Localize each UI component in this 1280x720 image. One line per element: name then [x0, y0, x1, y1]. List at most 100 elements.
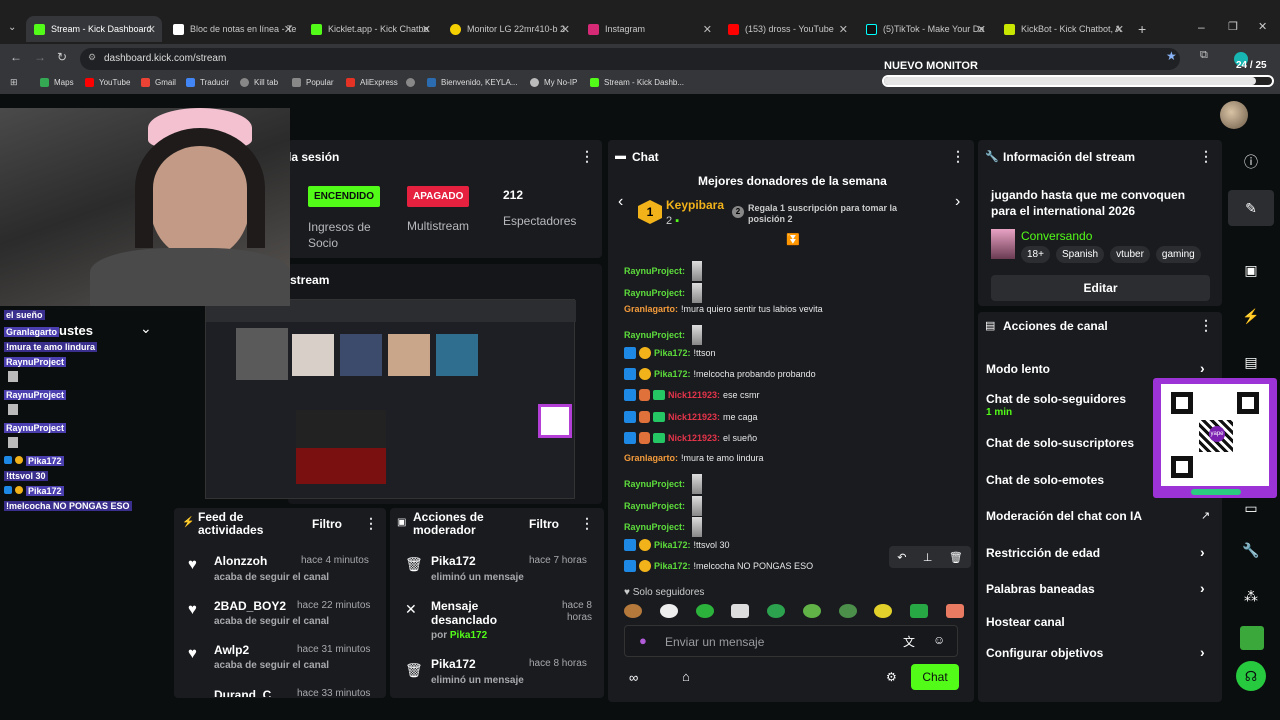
tab-kicklet[interactable]: Kicklet.app - Kick Chatbo ✕ [303, 16, 437, 42]
chat-message[interactable]: Pika172: !melcocha NO PONGAS ESO [624, 560, 813, 572]
close-icon[interactable]: ✕ [977, 23, 986, 36]
emote-icon[interactable] [945, 604, 964, 618]
chevron-right-icon[interactable]: › [1200, 644, 1205, 660]
chat-username[interactable]: RaynuProject: [624, 288, 685, 298]
close-icon[interactable]: ✕ [703, 23, 712, 36]
kick-points-icon[interactable]: ∞ [629, 670, 638, 685]
action-solo-suscriptores[interactable]: Chat de solo-suscriptores [986, 436, 1134, 450]
tab-kick-dashboard[interactable]: Stream - Kick Dashboard ✕ [26, 16, 162, 42]
emote-icon[interactable] [874, 604, 893, 618]
chevron-right-icon[interactable]: › [1200, 580, 1205, 596]
lightning-icon[interactable]: ⚡ [1228, 298, 1274, 334]
microphone-icon[interactable]: ● [639, 633, 647, 648]
app-icon[interactable] [1240, 626, 1264, 650]
tag[interactable]: vtuber [1110, 246, 1150, 263]
tab-monitor-lg[interactable]: Monitor LG 22mr410-b 2 ✕ [442, 16, 576, 42]
chat-message[interactable]: Nick121923: me caga [624, 411, 758, 423]
apps-grid-icon[interactable]: ⊞ [10, 77, 18, 88]
chat-username[interactable]: Pika172: [654, 540, 691, 550]
chat-username[interactable]: Pika172: [654, 369, 691, 379]
support-headset-icon[interactable]: ☊ [1236, 661, 1266, 691]
close-icon[interactable]: ✕ [284, 23, 293, 36]
bookmark-star-icon[interactable]: ★ [1166, 49, 1177, 63]
mod-item-name[interactable]: Pika172 [431, 657, 476, 671]
user-avatar[interactable] [1220, 101, 1248, 129]
delete-icon[interactable]: 🗑 [949, 551, 963, 564]
clip-icon[interactable]: ▣ [1228, 252, 1274, 288]
tab-instagram[interactable]: Instagram ✕ [580, 16, 718, 42]
action-configurar-objetivos[interactable]: Configurar objetivos [986, 646, 1103, 660]
community-icon[interactable]: ⁂ [1228, 578, 1274, 614]
restore-icon[interactable]: ❐ [1228, 20, 1238, 33]
chat-message[interactable]: RaynuProject: [624, 325, 703, 345]
emote-icon[interactable] [624, 604, 642, 618]
bookmark-maps[interactable]: Maps [40, 78, 74, 87]
edit-pencil-icon[interactable]: ✎ [1228, 190, 1274, 226]
more-options-icon[interactable]: ⋮ [580, 515, 594, 532]
chat-message[interactable]: RaynuProject: [624, 474, 703, 494]
chat-message[interactable]: Granlagarto: !mura te amo lindura [624, 453, 764, 463]
bookmark-stream-kick[interactable]: Stream - Kick Dashb... [590, 78, 684, 87]
chat-message[interactable]: Pika172: !melcocha probando probando [624, 368, 816, 380]
tab-bloc-de-notas[interactable]: Bloc de notas en línea - Te ✕ [165, 16, 299, 42]
feed-item-name[interactable]: Awlp2 [214, 643, 249, 657]
tools-icon[interactable]: 🔧 [1228, 532, 1274, 568]
tag[interactable]: 18+ [1021, 246, 1050, 263]
chat-username[interactable]: Nick121923: [668, 412, 720, 422]
settings-gear-icon[interactable]: ⚙ [886, 670, 897, 684]
top-donor-name[interactable]: Keypibara [666, 198, 724, 212]
pin-icon[interactable]: ⊥ [923, 551, 933, 564]
chat-username[interactable]: Pika172: [654, 561, 691, 571]
chat-input[interactable]: ● Enviar un mensaje 文 ☺ [624, 625, 958, 657]
action-restriccion-edad[interactable]: Restricción de edad [986, 546, 1100, 560]
close-icon[interactable]: ✕ [422, 23, 431, 36]
translate-icon[interactable]: 文 [903, 633, 915, 650]
store-icon[interactable]: ⌂ [682, 669, 690, 684]
close-icon[interactable]: ✕ [561, 23, 570, 36]
bookmark-youtube[interactable]: YouTube [85, 78, 130, 87]
chevron-right-icon[interactable]: › [1200, 360, 1205, 376]
bookmark-misc[interactable] [406, 78, 420, 87]
close-window-icon[interactable]: ✕ [1258, 20, 1267, 33]
mod-filter-button[interactable]: Filtro [529, 517, 559, 531]
action-palabras-baneadas[interactable]: Palabras baneadas [986, 582, 1095, 596]
chat-username[interactable]: RaynuProject: [624, 479, 685, 489]
close-icon[interactable]: ✕ [1115, 23, 1124, 36]
more-options-icon[interactable]: ⋮ [580, 148, 594, 165]
action-moderacion-ia[interactable]: Moderación del chat con IA [986, 509, 1142, 523]
chat-message[interactable]: Pika172: !ttson [624, 347, 716, 359]
action-modo-lento[interactable]: Modo lento [986, 362, 1050, 376]
reply-icon[interactable]: ↶ [897, 551, 906, 564]
edit-stream-button[interactable]: Editar [991, 275, 1210, 301]
send-chat-button[interactable]: Chat [911, 664, 959, 690]
extensions-icon[interactable]: ⧉ [1200, 49, 1208, 62]
tag[interactable]: gaming [1155, 246, 1201, 263]
emote-icon[interactable] [838, 604, 857, 618]
bookmark-bienvenido[interactable]: Bienvenido, KEYLA... [427, 78, 518, 87]
chat-username[interactable]: Granlagarto: [624, 453, 678, 463]
bookmark-traducir[interactable]: Traducir [186, 78, 229, 87]
chat-username[interactable]: RaynuProject: [624, 330, 685, 340]
category-thumbnail[interactable] [991, 229, 1015, 259]
chat-message[interactable]: RaynuProject: [624, 261, 703, 281]
emoji-icon[interactable]: ☺ [933, 633, 945, 647]
chat-username[interactable]: Nick121923: [668, 433, 720, 443]
tab-kickbot[interactable]: KickBot - Kick Chatbot, A ✕ [996, 16, 1130, 42]
mod-item-name[interactable]: Mensaje desanclado [431, 599, 511, 627]
pause-scroll-icon[interactable]: ⏬ [786, 233, 800, 246]
notes-icon[interactable]: ▤ [1228, 344, 1274, 380]
more-options-icon[interactable]: ⋮ [1199, 317, 1213, 334]
chevron-right-icon[interactable]: › [1200, 544, 1205, 560]
chat-message[interactable]: Nick121923: ese csmr [624, 389, 760, 401]
reload-icon[interactable]: ↻ [57, 50, 67, 64]
bookmark-aliexpress[interactable]: AliExpress [346, 78, 398, 87]
action-solo-emotes[interactable]: Chat de solo-emotes [986, 473, 1104, 487]
stream-category[interactable]: Conversando [1021, 229, 1092, 243]
tab-tiktok[interactable]: (5)TikTok - Make Your Da ✕ [858, 16, 992, 42]
bookmark-kill-tab[interactable]: Kill tab [240, 78, 278, 87]
more-options-icon[interactable]: ⋮ [364, 515, 378, 532]
feed-item-name[interactable]: Durand_C [214, 688, 271, 697]
close-icon[interactable]: ✕ [839, 23, 848, 36]
emote-icon[interactable] [695, 604, 714, 618]
chat-username[interactable]: Granlagarto: [624, 304, 678, 314]
